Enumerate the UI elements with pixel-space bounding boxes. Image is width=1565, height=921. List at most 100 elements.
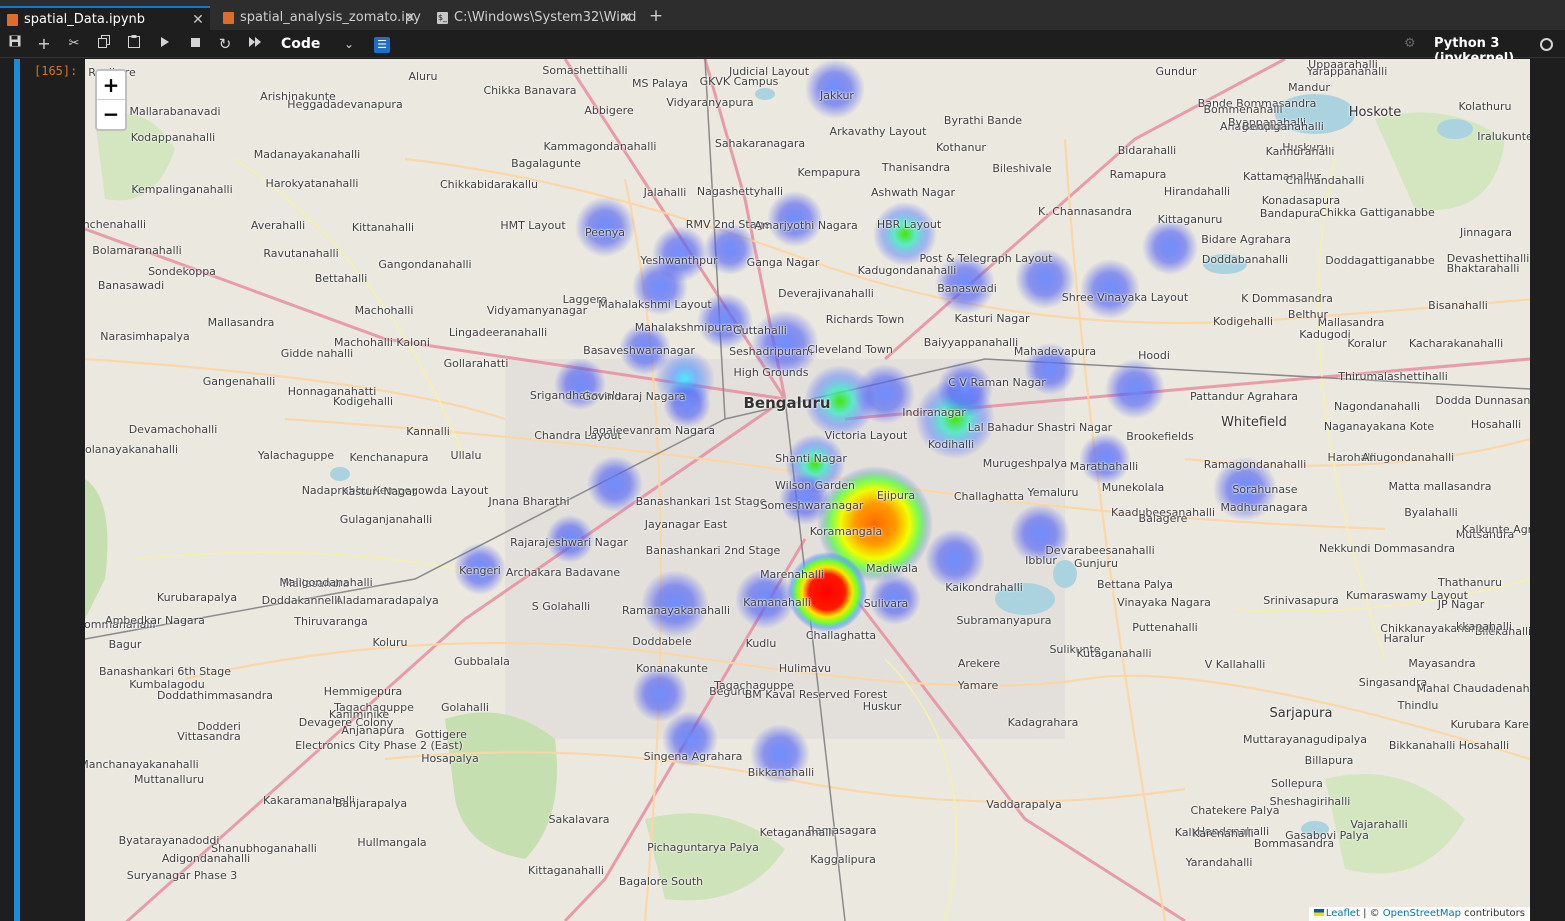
close-icon[interactable]: ✕ [618,6,634,30]
zoom-in-button[interactable]: + [97,71,125,100]
place-label: Banaswadi [937,282,997,295]
place-label: Whitefield [1221,415,1287,430]
place-label: Mahadevapura [1013,345,1097,358]
place-label: Mahal Chaudadenahalli [1416,682,1530,695]
place-label: Thanisandra [881,161,951,174]
new-tab-button[interactable]: + [646,6,666,26]
place-label: Ramanayakanahalli [621,604,731,617]
place-label: Dodda Dunnasandra [1435,394,1530,407]
save-icon[interactable] [6,35,24,53]
place-label: Banasawadi [97,279,165,292]
place-label: Gangenahalli [202,375,276,388]
place-label: Banashankari 1st Stage [635,495,767,508]
place-label: Doddathimmasandra [156,689,274,702]
place-label: Shree Vinayaka Layout [1061,291,1189,304]
place-label: Chandra Layout [534,429,622,442]
place-label: Puttenahalli [1132,621,1198,634]
place-label: K. Channasandra [1038,205,1132,218]
zoom-out-button[interactable]: − [97,100,125,129]
chevron-down-icon[interactable]: ⌄ [344,35,354,53]
tab-title: spatial_analysis_zomato.ipynb [240,10,422,25]
close-icon[interactable]: ✕ [190,8,206,30]
place-label: Yarandahalli [1185,856,1253,869]
place-label: Bidare Agrahara [1201,233,1291,246]
active-cell-indicator [14,59,20,921]
place-label: Sahakaranagara [714,137,806,150]
place-label: Mallarabanavadi [129,105,221,118]
zoom-control: + − [95,69,127,131]
place-label: Nekkundi Dommasandra [1319,542,1455,555]
place-label: kkanahalli [1456,620,1512,633]
copy-icon[interactable] [95,35,113,53]
notebook-icon [223,12,234,24]
place-label: Ejipura [876,489,916,502]
place-label: Marenahalli [760,568,824,581]
place-label: Sakalavara [548,813,610,826]
place-label: Kurubarapalya [156,591,238,604]
tab-spatial-data[interactable]: spatial_Data.ipynb ✕ [0,6,210,30]
place-label: Bagalore South [618,875,704,888]
place-label: Srinivasapura [1263,594,1339,607]
place-label: Kothanur [936,141,986,154]
place-label: Kasturi Nagar [954,312,1030,325]
place-label: Challaghatta [805,629,877,642]
place-label: Mayasandra [1408,657,1476,670]
place-label: Kurubara Karenahalli [1450,718,1530,731]
place-label: Gangondanahalli [378,258,472,271]
place-label: Kudlu [745,637,777,650]
place-label: Mandur [1288,81,1330,94]
place-label: Koramangala [809,525,883,538]
place-label: Koralur [1347,337,1387,350]
place-label: Gundur [1155,65,1197,78]
place-label: Anjanapura [341,724,405,737]
place-label: Bommasandra [1253,837,1335,850]
variables-icon[interactable]: ☰ [374,37,390,53]
place-label: Bolamaranahalli [92,244,182,257]
place-label: Challaghatta [953,490,1025,503]
place-label: anchenahalli [85,218,147,231]
place-label: GKVK Campus [699,75,779,88]
cell-type-select[interactable]: Code [281,35,320,53]
place-label: Mahalakshmipuram [634,321,744,334]
place-label: Maligondanahalli [279,576,373,589]
map-attribution: Leaflet | © OpenStreetMap contributors [1308,907,1530,921]
place-label: Munekolala [1101,481,1165,494]
place-label: Pichaguntarya Palya [647,841,759,854]
place-label: Doddabanahalli [1201,253,1289,266]
place-label: Peenya [585,226,625,239]
place-label: Hirandahalli [1163,185,1231,198]
place-label: Doddakannelli [261,594,341,607]
place-label: Electronics City Phase 2 (East) [295,739,463,752]
cut-icon[interactable]: ✂ [65,35,83,53]
place-label: Jakkur [820,89,854,102]
place-label: Basaveshwaranagar [583,344,695,357]
place-label: Suryanagar Phase 3 [126,869,238,882]
close-icon[interactable]: ✕ [402,6,418,30]
place-label: Vittasandra [177,730,241,743]
place-label: Kacharakanahalli [1408,337,1504,350]
leaflet-link[interactable]: Leaflet [1326,908,1360,919]
place-label: Rajarajeshwari Nagar [510,536,628,549]
restart-icon[interactable]: ↻ [216,35,234,53]
place-label: Balagere [1138,512,1188,525]
place-label: Kannurahalli [1265,145,1335,158]
kernel-settings-icon[interactable]: ⚙ [1404,36,1416,51]
run-all-icon[interactable] [246,35,264,53]
tab-spatial-analysis-zomato[interactable]: spatial_analysis_zomato.ipynb ✕ [216,6,422,30]
place-label: Lal Bahadur Shastri Nagar [967,421,1113,434]
stop-icon[interactable] [186,35,204,53]
place-label: Ullalu [450,449,482,462]
osm-link[interactable]: OpenStreetMap [1383,908,1461,919]
run-icon[interactable] [156,35,174,53]
place-label: Bhaktarahalli [1446,262,1520,275]
paste-icon[interactable] [125,35,143,53]
place-label: Sondekoppa [148,265,216,278]
heatmap-map[interactable]: RavikereAluruSomashettihalliJudicial Lay… [85,59,1530,921]
place-label: Huskur [862,700,902,713]
place-label: Sollepura [1271,777,1323,790]
add-cell-icon[interactable]: + [35,35,53,53]
place-label: Mahalakshmi Layout [598,298,712,311]
tab-terminal[interactable]: $_ C:\Windows\System32\Wind ✕ [430,6,638,30]
place-label: Indiranagar [902,406,966,419]
place-label: Ketaganahalli [759,826,835,839]
